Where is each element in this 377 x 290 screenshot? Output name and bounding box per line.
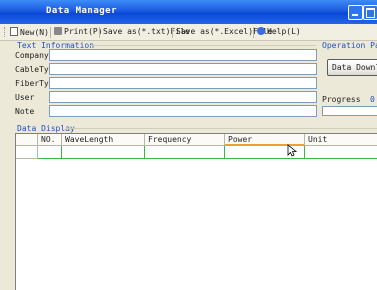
- help-icon: [257, 27, 265, 35]
- menu-separator: [50, 27, 51, 38]
- data-grid[interactable]: NO. WaveLength Frequency Power Unit ✱: [15, 133, 377, 290]
- progress-bar: [322, 106, 377, 116]
- user-label: User: [15, 93, 35, 102]
- maximize-button[interactable]: [363, 5, 377, 20]
- progress-label: Progress: [322, 95, 361, 104]
- menu-bar: New(N) Print(P) Save as(*.txt)File Save …: [0, 24, 377, 41]
- column-header-no[interactable]: NO.: [38, 134, 62, 146]
- menu-separator: [172, 27, 173, 38]
- menu-new-label: New(N): [20, 28, 49, 37]
- menu-separator: [253, 27, 254, 38]
- group-divider: [66, 128, 377, 129]
- cabletype-field[interactable]: [49, 63, 317, 75]
- row-header-corner: [16, 134, 38, 146]
- user-field[interactable]: [49, 91, 317, 103]
- column-header-unit[interactable]: Unit: [305, 134, 377, 146]
- printer-icon: [54, 27, 62, 35]
- company-label: Company: [15, 51, 49, 60]
- column-header-frequency[interactable]: Frequency: [145, 134, 225, 146]
- window-title: Data Manager: [46, 6, 118, 16]
- toolbar-grip: [4, 27, 7, 37]
- mouse-cursor-icon: [287, 144, 298, 157]
- menu-print-label: Print(P): [64, 27, 103, 36]
- table-cell[interactable]: [305, 146, 377, 159]
- minimize-button[interactable]: [348, 5, 363, 20]
- operation-panel-group-label: Operation Panel: [322, 41, 377, 50]
- menu-new[interactable]: New(N): [10, 27, 49, 38]
- fibertype-field[interactable]: [49, 77, 317, 89]
- menu-help[interactable]: Help(L): [257, 27, 301, 38]
- menu-print[interactable]: Print(P): [54, 27, 103, 38]
- table-cell[interactable]: [62, 146, 145, 159]
- group-divider: [90, 45, 316, 46]
- title-bar: Data Manager: [0, 0, 377, 25]
- note-label: Note: [15, 107, 35, 116]
- new-file-icon: [10, 27, 18, 36]
- note-field[interactable]: [49, 105, 317, 117]
- column-header-wavelength[interactable]: WaveLength: [62, 134, 145, 146]
- company-field[interactable]: [49, 49, 317, 61]
- row-header[interactable]: [16, 146, 38, 159]
- menu-separator: [99, 27, 100, 38]
- table-cell[interactable]: [38, 146, 62, 159]
- table-cell[interactable]: [145, 146, 225, 159]
- data-download-button[interactable]: Data Download: [327, 59, 377, 76]
- menu-help-label: Help(L): [267, 27, 301, 36]
- progress-value: 0: [370, 95, 375, 104]
